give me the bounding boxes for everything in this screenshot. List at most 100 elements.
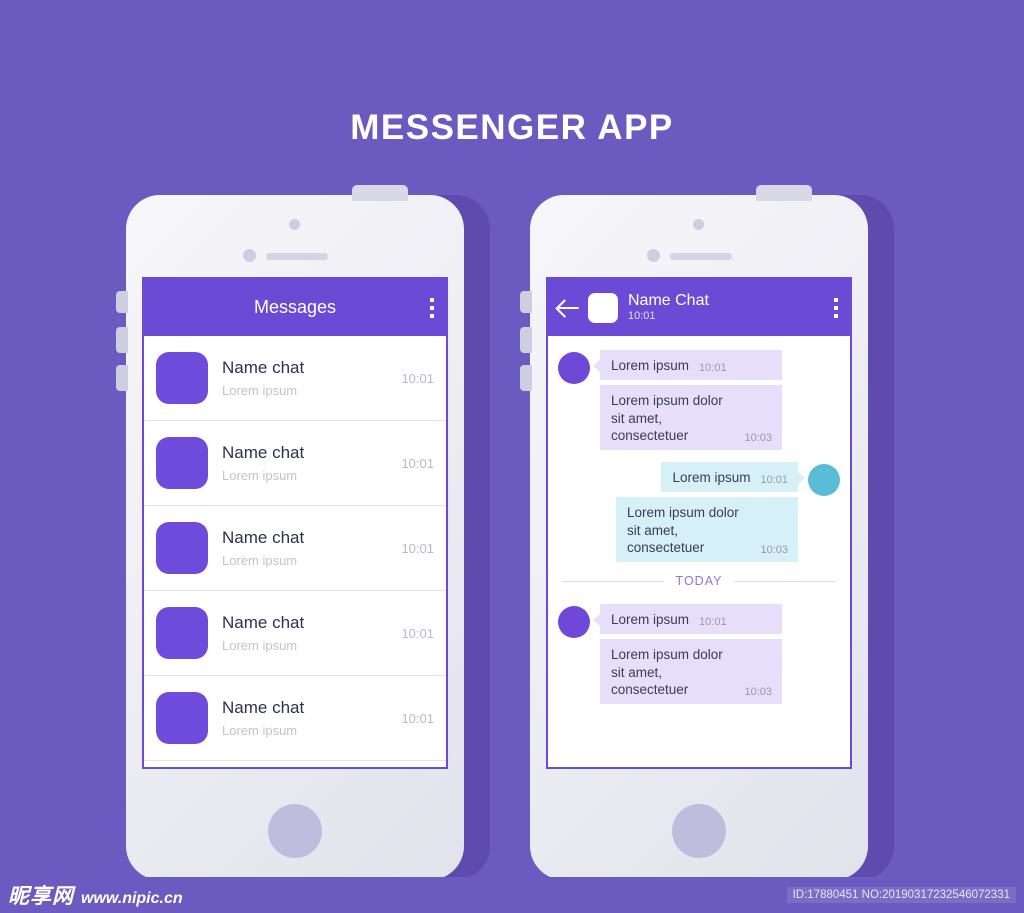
kebab-menu-icon[interactable]	[430, 297, 434, 318]
divider-line	[734, 580, 837, 582]
screen-chat-thread: Name Chat 10:01 Lorem ipsum 10:01 Lorem …	[546, 277, 852, 769]
volume-down-button[interactable]	[116, 365, 128, 391]
message-time: 10:03	[760, 544, 788, 557]
message-bubble[interactable]: Lorem ipsum dolor sit amet, consectetuer…	[600, 385, 782, 451]
message-group-incoming: Lorem ipsum 10:01 Lorem ipsum dolor sit …	[558, 350, 840, 451]
chat-contact-name: Name Chat	[628, 291, 709, 309]
watermark-id: ID:17880451 NO:20190317232546072331	[786, 887, 1016, 903]
appbar-title: Messages	[253, 297, 337, 317]
message-bubble[interactable]: Lorem ipsum dolor sit amet, consectetuer…	[600, 639, 782, 705]
avatar	[156, 692, 208, 744]
kebab-dot	[834, 305, 838, 310]
avatar	[558, 606, 590, 639]
message-bubble[interactable]: Lorem ipsum dolor sit amet, consectetuer…	[616, 497, 798, 563]
phone-device-left: Messages Name chat Lorem ipsum 10:01 Nam…	[116, 185, 464, 880]
avatar	[808, 464, 840, 497]
avatar	[156, 437, 208, 489]
message-time: 10:03	[744, 686, 772, 699]
chat-header-texts: Name Chat 10:01	[628, 292, 709, 323]
message-text: Lorem ipsum	[611, 358, 690, 373]
day-divider: TODAY	[562, 574, 837, 588]
list-item[interactable]: Name chat Lorem ipsum 10:01	[144, 676, 446, 761]
kebab-dot	[430, 297, 434, 302]
conversation-preview: Lorem ipsum	[222, 638, 298, 653]
appbar-messages: Messages	[144, 279, 446, 336]
kebab-dot	[430, 305, 434, 310]
proximity-sensor-icon	[243, 249, 256, 262]
list-item-texts: Name chat Lorem ipsum	[222, 443, 401, 483]
watermark-brand: 昵享网 www.nipic.cn	[8, 880, 183, 910]
conversation-name: Name chat	[222, 698, 305, 717]
message-group-outgoing: Lorem ipsum 10:01 Lorem ipsum dolor sit …	[558, 462, 840, 563]
avatar	[156, 352, 208, 404]
volume-up-button[interactable]	[116, 327, 128, 353]
list-item[interactable]: Name chat Lorem ipsum 10:01	[144, 591, 446, 676]
message-time: 10:03	[744, 432, 772, 445]
avatar[interactable]	[588, 292, 618, 323]
conversation-preview: Lorem ipsum	[222, 553, 298, 568]
message-bubble[interactable]: Lorem ipsum 10:01	[593, 604, 782, 635]
phone-device-right: Name Chat 10:01 Lorem ipsum 10:01 Lorem …	[520, 185, 868, 880]
conversation-time: 10:01	[401, 625, 434, 641]
list-item[interactable]: Name chat Lorem ipsum 10:01	[144, 336, 446, 421]
page-title: MESSENGER APP	[350, 108, 674, 147]
message-bubble[interactable]: Lorem ipsum 10:01	[593, 350, 782, 381]
bubble-stack: Lorem ipsum 10:01 Lorem ipsum dolor sit …	[593, 350, 782, 451]
avatar	[156, 522, 208, 574]
message-group-incoming: Lorem ipsum 10:01 Lorem ipsum dolor sit …	[558, 604, 840, 705]
front-camera-icon	[693, 219, 704, 230]
conversation-name: Name chat	[222, 443, 305, 462]
kebab-dot	[430, 313, 434, 318]
home-button[interactable]	[268, 804, 322, 858]
avatar	[558, 352, 590, 384]
conversation-preview: Lorem ipsum	[222, 723, 298, 738]
kebab-menu-icon[interactable]	[834, 297, 838, 318]
earpiece-speaker	[266, 253, 328, 260]
volume-up-button[interactable]	[520, 327, 532, 353]
kebab-dot	[834, 297, 838, 302]
conversation-time: 10:01	[401, 540, 434, 556]
avatar	[156, 607, 208, 659]
bubble-stack: Lorem ipsum 10:01 Lorem ipsum dolor sit …	[593, 604, 782, 705]
divider-line	[562, 580, 664, 582]
home-button[interactable]	[672, 804, 726, 858]
screen-messages-list: Messages Name chat Lorem ipsum 10:01 Nam…	[142, 277, 448, 769]
list-item-texts: Name chat Lorem ipsum	[222, 613, 401, 653]
message-text: Lorem ipsum dolor sit amet, consectetuer	[611, 647, 723, 697]
conversation-list[interactable]: Name chat Lorem ipsum 10:01 Name chat Lo…	[144, 336, 446, 767]
footer-watermark: 昵享网 www.nipic.cn ID:17880451 NO:20190317…	[0, 877, 1024, 913]
silent-switch[interactable]	[116, 291, 128, 313]
conversation-time: 10:01	[401, 710, 434, 726]
conversation-preview: Lorem ipsum	[222, 468, 298, 483]
message-time: 10:01	[760, 474, 788, 487]
conversation-name: Name chat	[222, 613, 305, 632]
conversation-time: 10:01	[401, 455, 434, 471]
message-text: Lorem ipsum	[611, 612, 690, 628]
list-item[interactable]: Name chat Lorem ipsum 10:01	[144, 421, 446, 506]
message-time: 10:01	[699, 616, 727, 629]
list-item-texts: Name chat Lorem ipsum	[222, 358, 401, 398]
message-text: Lorem ipsum	[672, 470, 751, 486]
earpiece-speaker	[670, 253, 732, 260]
message-text: Lorem ipsum dolor sit amet, consectetuer	[627, 505, 739, 555]
conversation-time: 10:01	[401, 370, 434, 386]
appbar-chat: Name Chat 10:01	[548, 279, 850, 336]
volume-down-button[interactable]	[520, 365, 532, 391]
conversation-preview: Lorem ipsum	[222, 383, 298, 398]
proximity-sensor-icon	[647, 249, 660, 262]
chat-contact-time: 10:01	[628, 310, 656, 323]
back-arrow-icon[interactable]	[558, 299, 580, 317]
power-button[interactable]	[352, 185, 408, 201]
message-bubble[interactable]: Lorem ipsum 10:01	[661, 462, 805, 493]
message-text: Lorem ipsum dolor sit amet, consectetuer	[611, 393, 723, 443]
silent-switch[interactable]	[520, 291, 532, 313]
power-button[interactable]	[756, 185, 812, 201]
watermark-brand-cn: 昵享网	[8, 884, 74, 908]
chat-thread[interactable]: Lorem ipsum 10:01 Lorem ipsum dolor sit …	[548, 336, 850, 767]
conversation-name: Name chat	[222, 528, 305, 547]
list-item-texts: Name chat Lorem ipsum	[222, 528, 401, 568]
list-item[interactable]: Name chat Lorem ipsum 10:01	[144, 506, 446, 591]
bubble-stack: Lorem ipsum 10:01 Lorem ipsum dolor sit …	[616, 462, 805, 563]
message-time: 10:01	[699, 362, 727, 375]
kebab-dot	[834, 313, 838, 318]
